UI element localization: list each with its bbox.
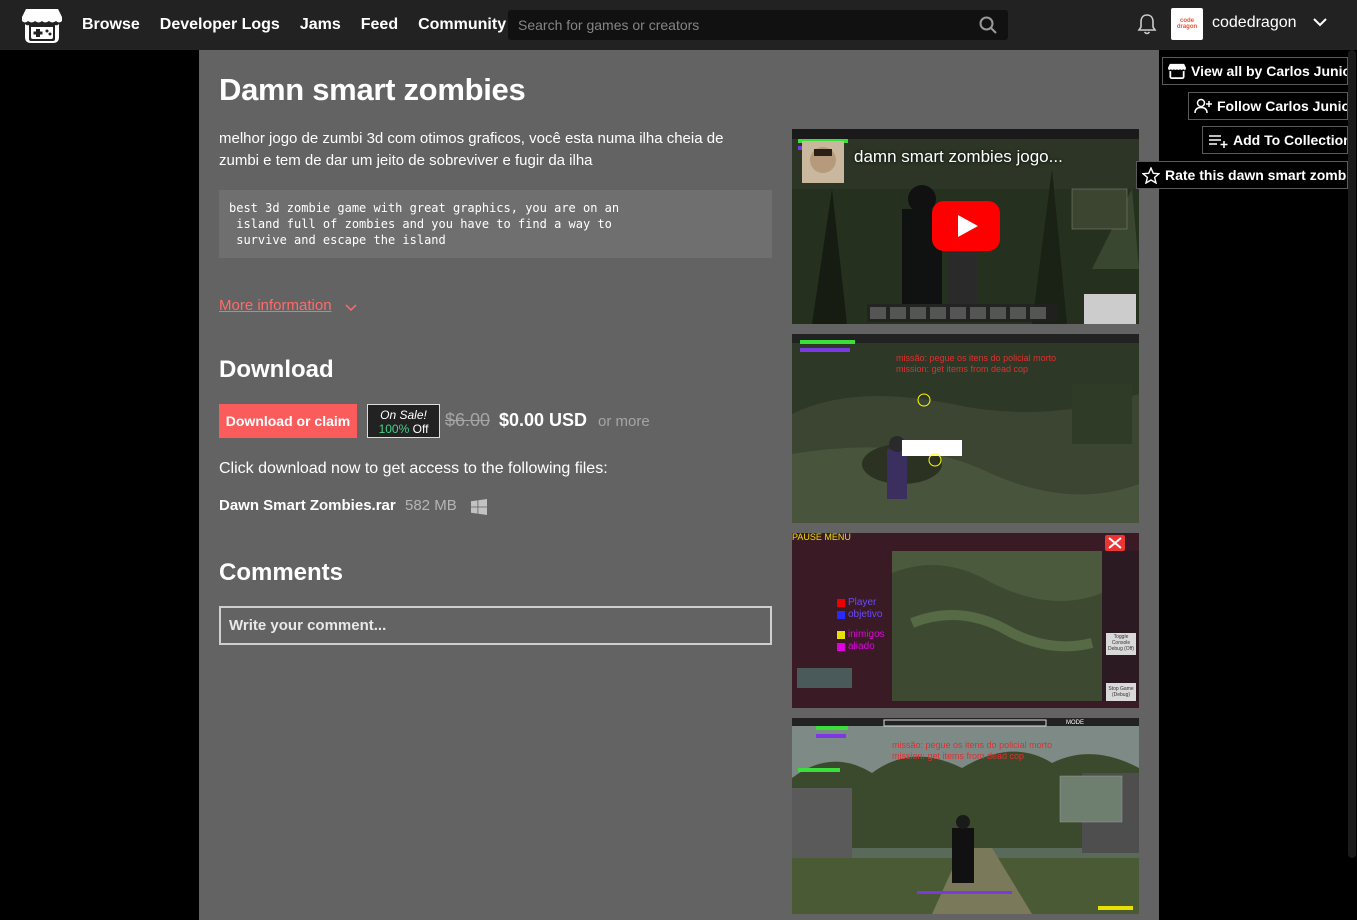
collection-label: Add To Collection — [1233, 132, 1348, 148]
screenshot-2[interactable]: PAUSE MENU Player objetivo inimigos alia… — [792, 533, 1139, 708]
search-icon[interactable] — [979, 16, 997, 34]
download-or-claim-button[interactable]: Download or claim — [219, 404, 357, 438]
sale-percent: 100% — [378, 422, 410, 436]
legend-aliado: aliado — [848, 641, 875, 652]
comments-heading: Comments — [219, 559, 344, 586]
game-description-code: best 3d zombie game with great graphics,… — [219, 190, 772, 258]
game-page-column: Damn smart zombies melhor jogo de zumbi … — [199, 50, 1159, 920]
nav-browse[interactable]: Browse — [82, 16, 140, 34]
chevron-down-icon[interactable] — [1312, 16, 1328, 28]
user-plus-icon — [1194, 98, 1212, 114]
itch-store-icon — [1168, 63, 1186, 79]
nav-developer-logs[interactable]: Developer Logs — [160, 16, 280, 34]
rate-game-button[interactable]: Rate this dawn smart zombie — [1136, 161, 1348, 189]
screenshot-3-mission-pt: missão: pegue os itens do policial morto — [892, 740, 1053, 750]
video-title[interactable]: damn smart zombies jogo... — [854, 147, 1063, 167]
avatar-text: code dragon — [1176, 18, 1198, 30]
legend-inimigos: inimigos — [848, 629, 885, 640]
comment-input[interactable] — [219, 606, 772, 645]
page-scrollbar[interactable] — [1348, 50, 1356, 858]
pause-menu-label: PAUSE MENU — [792, 533, 851, 542]
top-header: Browse Developer Logs Jams Feed Communit… — [0, 0, 1357, 50]
star-icon — [1142, 166, 1160, 184]
screenshot-1-mission-en: mission: get items from dead cop — [896, 364, 1029, 374]
or-more-label: or more — [598, 413, 650, 430]
sale-label: On Sale! — [380, 408, 427, 422]
add-to-collection-button[interactable]: Add To Collection — [1202, 126, 1348, 154]
original-price: $6.00 — [445, 410, 491, 430]
view-all-label: View all by Carlos Junior — [1191, 63, 1348, 79]
legend-player: Player — [848, 597, 877, 608]
download-heading: Download — [219, 356, 334, 383]
username-label[interactable]: codedragon — [1212, 14, 1297, 32]
itch-logo-icon[interactable] — [22, 7, 62, 43]
file-name: Dawn Smart Zombies.rar — [219, 497, 396, 514]
sale-off: Off — [409, 422, 429, 436]
legend-objetivo: objetivo — [848, 609, 883, 620]
more-information-link[interactable]: More information — [219, 297, 332, 314]
game-description: melhor jogo de zumbi 3d com otimos grafi… — [219, 130, 724, 169]
search-bar — [508, 10, 1008, 40]
file-size: 582 MB — [405, 497, 457, 514]
screenshot-3-mission-en: mission: get items from dead cop — [892, 751, 1025, 761]
stop-game-label: Stop Game (Debug) — [1108, 686, 1134, 698]
screenshot-1[interactable]: missão: pegue os itens do policial morto… — [792, 334, 1139, 523]
nav-community[interactable]: Community — [418, 16, 506, 34]
files-intro-text: Click download now to get access to the … — [219, 460, 608, 477]
nav-feed[interactable]: Feed — [361, 16, 398, 34]
game-title: Damn smart zombies — [219, 72, 526, 107]
toggle-console-label: Toggle Console Debug (Off) — [1107, 634, 1135, 652]
chevron-down-icon[interactable] — [345, 304, 357, 312]
sale-price: $0.00 USD — [499, 410, 588, 430]
screenshot-3[interactable]: missão: pegue os itens do policial morto… — [792, 718, 1139, 914]
follow-creator-button[interactable]: Follow Carlos Junior — [1188, 92, 1348, 120]
notification-bell-icon[interactable] — [1137, 13, 1157, 35]
main-nav: Browse Developer Logs Jams Feed Communit… — [82, 0, 526, 50]
gameplay-video[interactable]: damn smart zombies jogo... — [792, 129, 1139, 324]
windows-icon — [471, 499, 487, 515]
user-avatar[interactable]: code dragon — [1171, 8, 1203, 40]
view-all-by-creator-button[interactable]: View all by Carlos Junior — [1162, 57, 1348, 85]
sale-badge: On Sale! 100% Off — [367, 404, 440, 438]
screenshot-3-mode: MODE — [1066, 720, 1084, 726]
search-input[interactable] — [509, 11, 987, 39]
screenshot-2-graphic — [792, 533, 1139, 708]
follow-label: Follow Carlos Junior — [1217, 98, 1348, 114]
nav-jams[interactable]: Jams — [300, 16, 341, 34]
rate-label: Rate this dawn smart zombie — [1165, 167, 1348, 183]
playlist-add-icon — [1209, 135, 1228, 148]
screenshot-1-mission-pt: missão: pegue os itens do policial morto — [896, 353, 1057, 363]
